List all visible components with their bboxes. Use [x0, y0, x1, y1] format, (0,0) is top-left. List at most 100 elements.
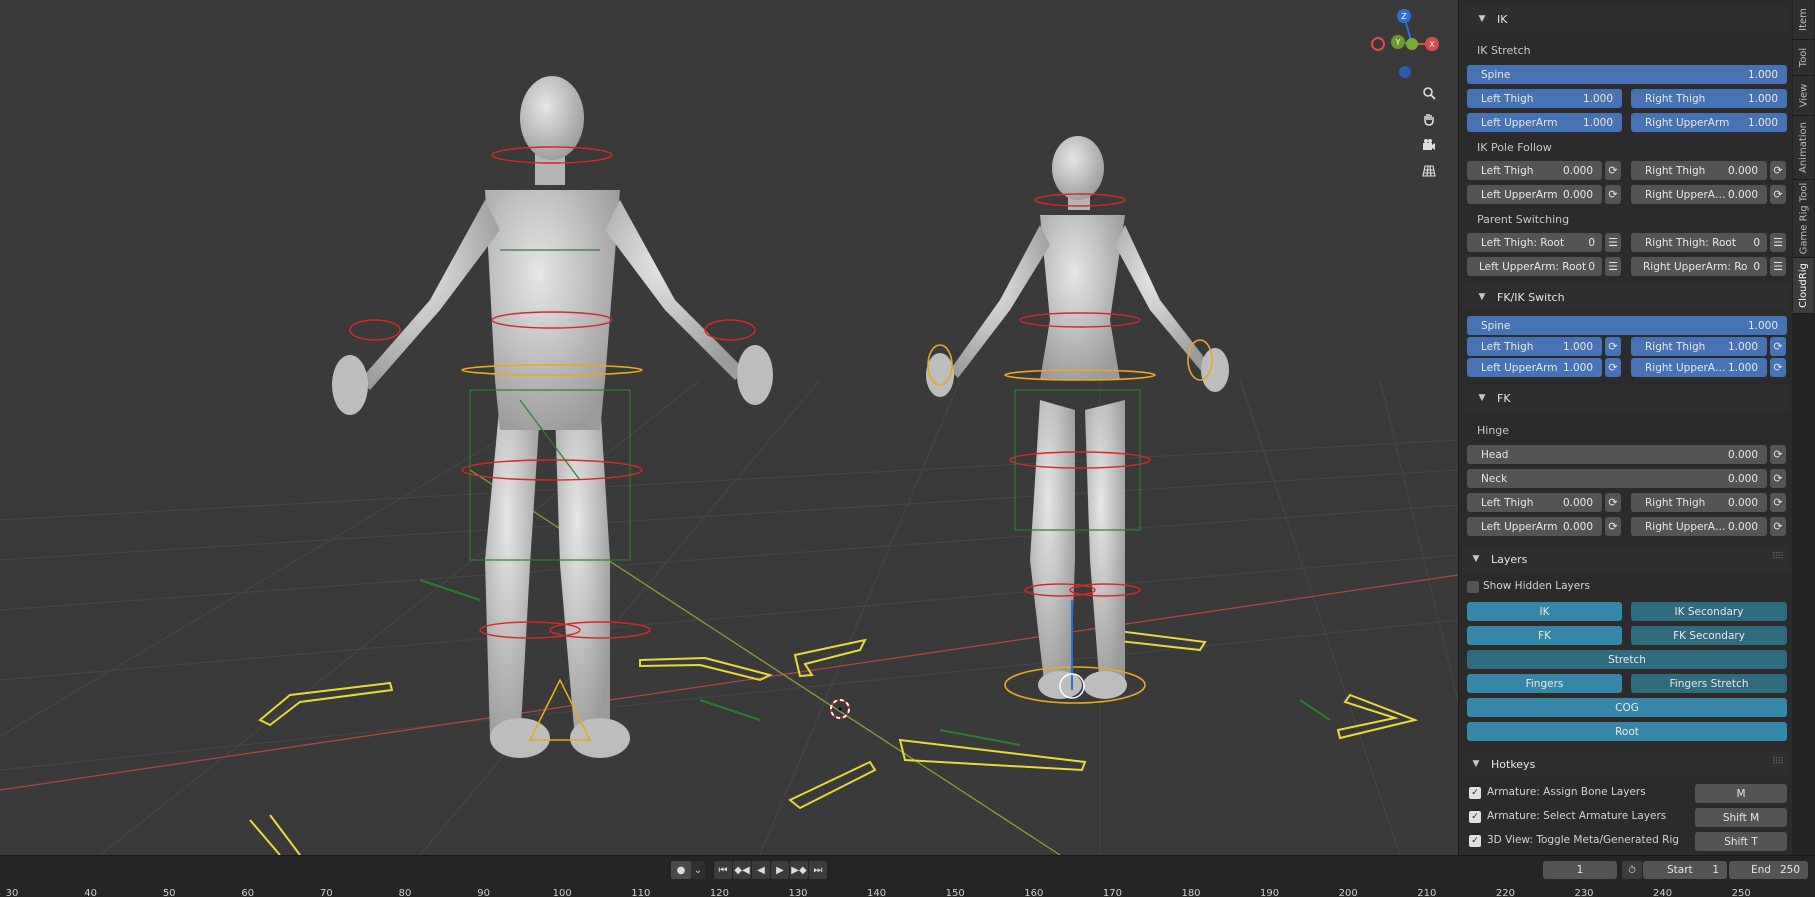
- refresh-icon[interactable]: ⟳: [1770, 337, 1786, 356]
- parent-right-thigh-field[interactable]: Right Thigh: Root 0: [1631, 233, 1767, 252]
- layer-fk-button[interactable]: FK: [1467, 626, 1622, 645]
- layer-ik-secondary-button[interactable]: IK Secondary: [1631, 602, 1787, 621]
- menu-icon[interactable]: ☰: [1605, 257, 1621, 276]
- menu-icon[interactable]: ☰: [1605, 233, 1621, 252]
- drag-handle-icon[interactable]: ⠿⠿: [1772, 757, 1784, 767]
- fkik-spine-slider[interactable]: Spine 1.000: [1467, 316, 1787, 335]
- refresh-icon[interactable]: ⟳: [1605, 493, 1621, 512]
- timeline[interactable]: ● ⌄ ⏮ ◆◀ ◀ ▶ ▶◆ ⏭ 1 ⏱ Start 1 End 250 30 40…: [0, 855, 1815, 897]
- navigation-gizmo[interactable]: Z X Y: [1368, 8, 1456, 84]
- zoom-icon[interactable]: [1416, 80, 1442, 106]
- tab-tool[interactable]: Tool: [1793, 40, 1814, 76]
- layer-cog-button[interactable]: COG: [1467, 698, 1787, 717]
- grid-icon[interactable]: [1416, 158, 1442, 184]
- 3d-viewport[interactable]: Z X Y: [0, 0, 1458, 855]
- refresh-icon[interactable]: ⟳: [1605, 517, 1621, 536]
- hotkey-checkbox[interactable]: ✓: [1469, 835, 1481, 847]
- ik-stretch-spine-slider[interactable]: Spine 1.000: [1467, 65, 1787, 84]
- refresh-icon[interactable]: ⟳: [1770, 185, 1786, 204]
- fkik-left-thigh-slider[interactable]: Left Thigh 1.000: [1467, 337, 1602, 356]
- ik-pole-right-thigh-slider[interactable]: Right Thigh 0.000: [1631, 161, 1767, 180]
- ik-pole-right-upperarm-slider[interactable]: Right UpperArm 0.000: [1631, 185, 1767, 204]
- menu-icon[interactable]: ☰: [1770, 233, 1786, 252]
- hinge-left-upperarm-slider[interactable]: Left UpperArm 0.000: [1467, 517, 1602, 536]
- layer-root-button[interactable]: Root: [1467, 722, 1787, 741]
- layers-panel-header[interactable]: ▼ Layers ⠿⠿: [1463, 546, 1789, 572]
- hotkey-key-field[interactable]: M: [1695, 784, 1787, 803]
- menu-icon[interactable]: ☰: [1770, 257, 1786, 276]
- tab-item[interactable]: Item: [1793, 0, 1814, 40]
- fkik-right-upperarm-slider[interactable]: Right UpperArm 1.000: [1631, 358, 1767, 377]
- refresh-icon[interactable]: ⟳: [1770, 469, 1786, 488]
- layer-fingers-button[interactable]: Fingers: [1467, 674, 1622, 693]
- parent-left-thigh-field[interactable]: Left Thigh: Root 0: [1467, 233, 1602, 252]
- hinge-right-upperarm-slider[interactable]: Right UpperArm 0.000: [1631, 517, 1767, 536]
- chevron-down-icon: ▼: [1478, 14, 1486, 24]
- ik-stretch-left-thigh-slider[interactable]: Left Thigh 1.000: [1467, 89, 1622, 108]
- refresh-icon[interactable]: ⟳: [1770, 517, 1786, 536]
- gizmo-z-label: Z: [1401, 12, 1407, 21]
- scene-canvas[interactable]: [0, 0, 1458, 855]
- layer-stretch-button[interactable]: Stretch: [1467, 650, 1787, 669]
- chevron-down-icon: ▼: [1472, 759, 1480, 769]
- hotkeys-panel-header[interactable]: ▼ Hotkeys ⠿⠿: [1463, 751, 1789, 777]
- tab-view[interactable]: View: [1793, 76, 1814, 116]
- end-frame-field[interactable]: End 250: [1729, 861, 1808, 879]
- hinge-right-thigh-slider[interactable]: Right Thigh 0.000: [1631, 493, 1767, 512]
- ik-pole-left-thigh-slider[interactable]: Left Thigh 0.000: [1467, 161, 1602, 180]
- play-reverse-icon[interactable]: ◀: [752, 861, 770, 879]
- start-frame-field[interactable]: Start 1: [1643, 861, 1727, 879]
- tab-animation[interactable]: Animation: [1793, 116, 1814, 180]
- chevron-down-icon[interactable]: ⌄: [691, 861, 705, 879]
- foot-controls: [249, 579, 1419, 855]
- hinge-neck-slider[interactable]: Neck 0.000: [1467, 469, 1767, 488]
- refresh-icon[interactable]: ⟳: [1770, 358, 1786, 377]
- ik-stretch-left-upperarm-slider[interactable]: Left UpperArm 1.000: [1467, 113, 1622, 132]
- refresh-icon[interactable]: ⟳: [1770, 161, 1786, 180]
- ik-stretch-right-upperarm-slider[interactable]: Right UpperArm 1.000: [1631, 113, 1787, 132]
- ik-pole-follow-label: IK Pole Follow: [1477, 141, 1552, 154]
- refresh-icon[interactable]: ⟳: [1770, 445, 1786, 464]
- refresh-icon[interactable]: ⟳: [1770, 493, 1786, 512]
- layer-fk-secondary-button[interactable]: FK Secondary: [1631, 626, 1787, 645]
- fkik-right-thigh-slider[interactable]: Right Thigh 1.000: [1631, 337, 1767, 356]
- next-keyframe-icon[interactable]: ▶◆: [790, 861, 808, 879]
- parent-right-upperarm-field[interactable]: Right UpperArm: Ro 0: [1631, 257, 1767, 276]
- stopwatch-icon[interactable]: ⏱: [1622, 861, 1642, 879]
- show-hidden-layers-label: Show Hidden Layers: [1483, 580, 1591, 592]
- hotkey-key-field[interactable]: Shift M: [1695, 808, 1787, 827]
- ruler-frame-number: 130: [788, 888, 808, 897]
- tab-game-rig-tool[interactable]: Game Rig Tool: [1793, 180, 1814, 258]
- ik-stretch-right-thigh-slider[interactable]: Right Thigh 1.000: [1631, 89, 1787, 108]
- refresh-icon[interactable]: ⟳: [1605, 185, 1621, 204]
- hinge-head-slider[interactable]: Head 0.000: [1467, 445, 1767, 464]
- fkik-panel-header[interactable]: ▼ FK/IK Switch: [1463, 284, 1789, 310]
- fkik-left-upperarm-slider[interactable]: Left UpperArm 1.000: [1467, 358, 1602, 377]
- record-icon[interactable]: ●: [671, 861, 691, 879]
- refresh-icon[interactable]: ⟳: [1605, 337, 1621, 356]
- play-icon[interactable]: ▶: [771, 861, 789, 879]
- parent-left-upperarm-field[interactable]: Left UpperArm: Root 0: [1467, 257, 1602, 276]
- layer-fingers-stretch-button[interactable]: Fingers Stretch: [1631, 674, 1787, 693]
- drag-handle-icon[interactable]: ⠿⠿: [1772, 552, 1784, 562]
- current-frame-field[interactable]: 1: [1543, 861, 1617, 879]
- refresh-icon[interactable]: ⟳: [1605, 161, 1621, 180]
- camera-icon[interactable]: [1416, 132, 1442, 158]
- hinge-left-thigh-slider[interactable]: Left Thigh 0.000: [1467, 493, 1602, 512]
- tab-cloudrig[interactable]: CloudRig: [1793, 258, 1814, 314]
- hotkey-label: 3D View: Toggle Meta/Generated Rig: [1487, 834, 1679, 846]
- jump-end-icon[interactable]: ⏭: [809, 861, 827, 879]
- ruler-frame-number: 120: [709, 888, 729, 897]
- show-hidden-layers-checkbox[interactable]: [1467, 581, 1479, 593]
- hotkey-checkbox[interactable]: ✓: [1469, 787, 1481, 799]
- hand-icon[interactable]: [1416, 106, 1442, 132]
- hotkey-key-field[interactable]: Shift T: [1695, 832, 1787, 851]
- prev-keyframe-icon[interactable]: ◆◀: [733, 861, 751, 879]
- layer-ik-button[interactable]: IK: [1467, 602, 1622, 621]
- ik-pole-left-upperarm-slider[interactable]: Left UpperArm 0.000: [1467, 185, 1602, 204]
- jump-start-icon[interactable]: ⏮: [714, 861, 732, 879]
- fk-panel-header[interactable]: ▼ FK: [1463, 385, 1789, 411]
- refresh-icon[interactable]: ⟳: [1605, 358, 1621, 377]
- hotkey-checkbox[interactable]: ✓: [1469, 811, 1481, 823]
- ik-panel-header[interactable]: ▼ IK: [1463, 6, 1789, 32]
